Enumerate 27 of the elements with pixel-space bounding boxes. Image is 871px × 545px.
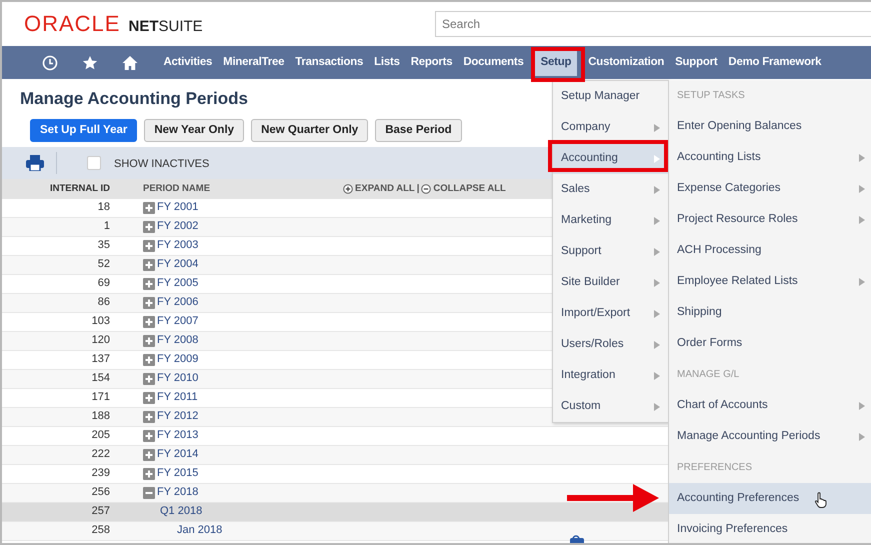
id-cell: 69 [98,277,110,290]
id-cell: 205 [92,429,110,442]
id-cell: 18 [98,201,110,214]
column-header: PERIOD NAME [143,183,210,195]
id-cell: 103 [92,315,110,328]
separator: | [416,183,420,195]
logo-text: NETSUITE [128,18,203,36]
id-cell: 222 [92,448,110,460]
id-cell: 1 [104,220,110,232]
id-cell: 258 [92,524,110,536]
logo-text: ORACLE [24,10,120,38]
menu-section-heading: SETUP TASKS [676,88,746,102]
id-cell: 256 [92,486,110,498]
column-header: INTERNAL ID [50,183,110,194]
id-cell: 86 [98,296,110,308]
page-title: Manage Accounting Periods [20,88,248,110]
id-cell: 137 [92,353,110,366]
id-cell: 154 [92,372,110,384]
id-cell: 120 [92,334,110,346]
id-cell: 188 [92,410,110,422]
id-cell: 239 [92,467,110,480]
id-cell: 257 [92,505,110,518]
menu-section-heading: MANAGE G/L [676,368,740,382]
id-cell: 171 [92,391,110,404]
id-cell: 35 [98,239,110,252]
id-cell: 52 [98,258,110,270]
checkbox-label: SHOW INACTIVES [114,158,210,172]
